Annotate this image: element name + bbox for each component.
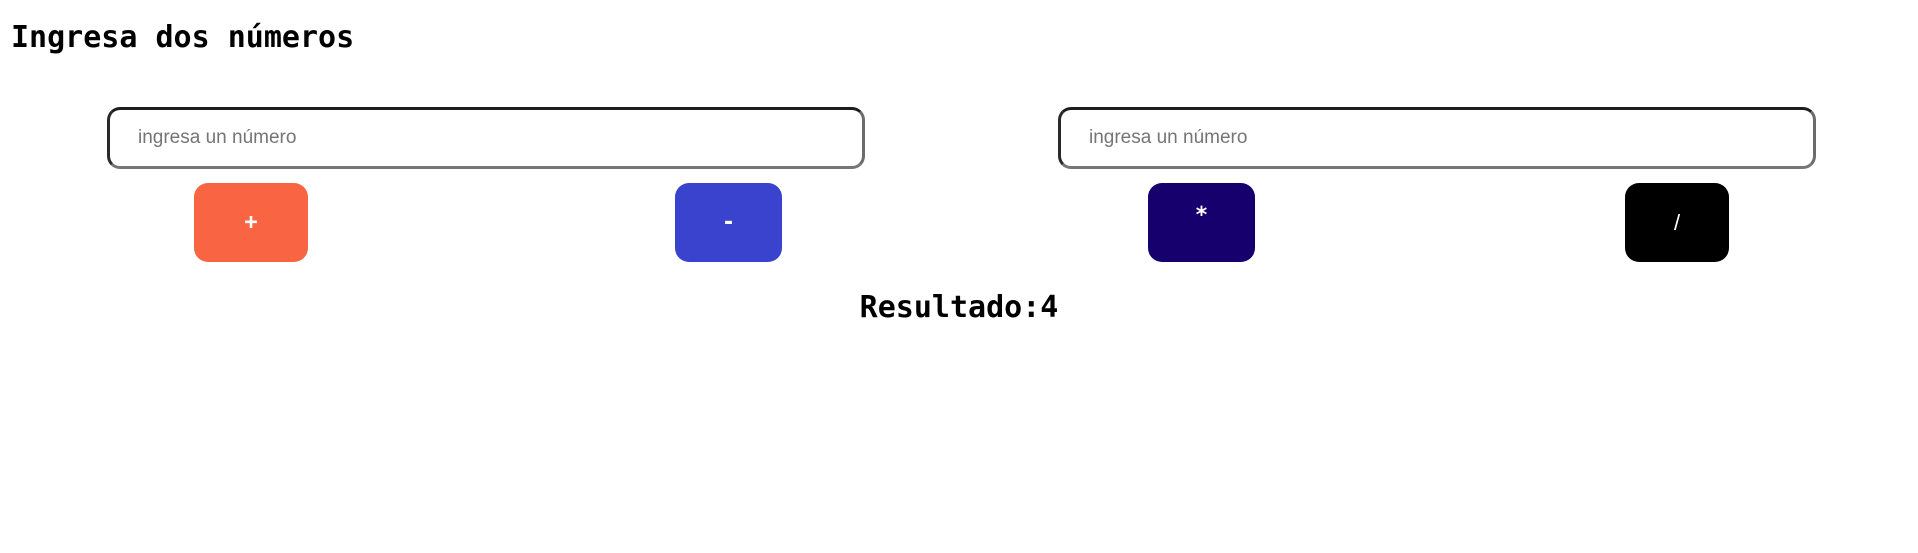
second-number-input[interactable] <box>1058 107 1816 169</box>
first-number-input[interactable] <box>107 107 865 169</box>
multiply-button[interactable]: * <box>1148 183 1255 262</box>
result-label: Resultado: <box>859 290 1041 325</box>
divide-button[interactable]: / <box>1625 183 1729 262</box>
result-value: 4 <box>1040 290 1059 325</box>
result-display: Resultado:4 <box>0 290 1918 325</box>
subtract-button[interactable]: - <box>675 183 782 262</box>
page-heading: Ingresa dos números <box>11 20 355 55</box>
add-button[interactable]: + <box>194 183 308 262</box>
